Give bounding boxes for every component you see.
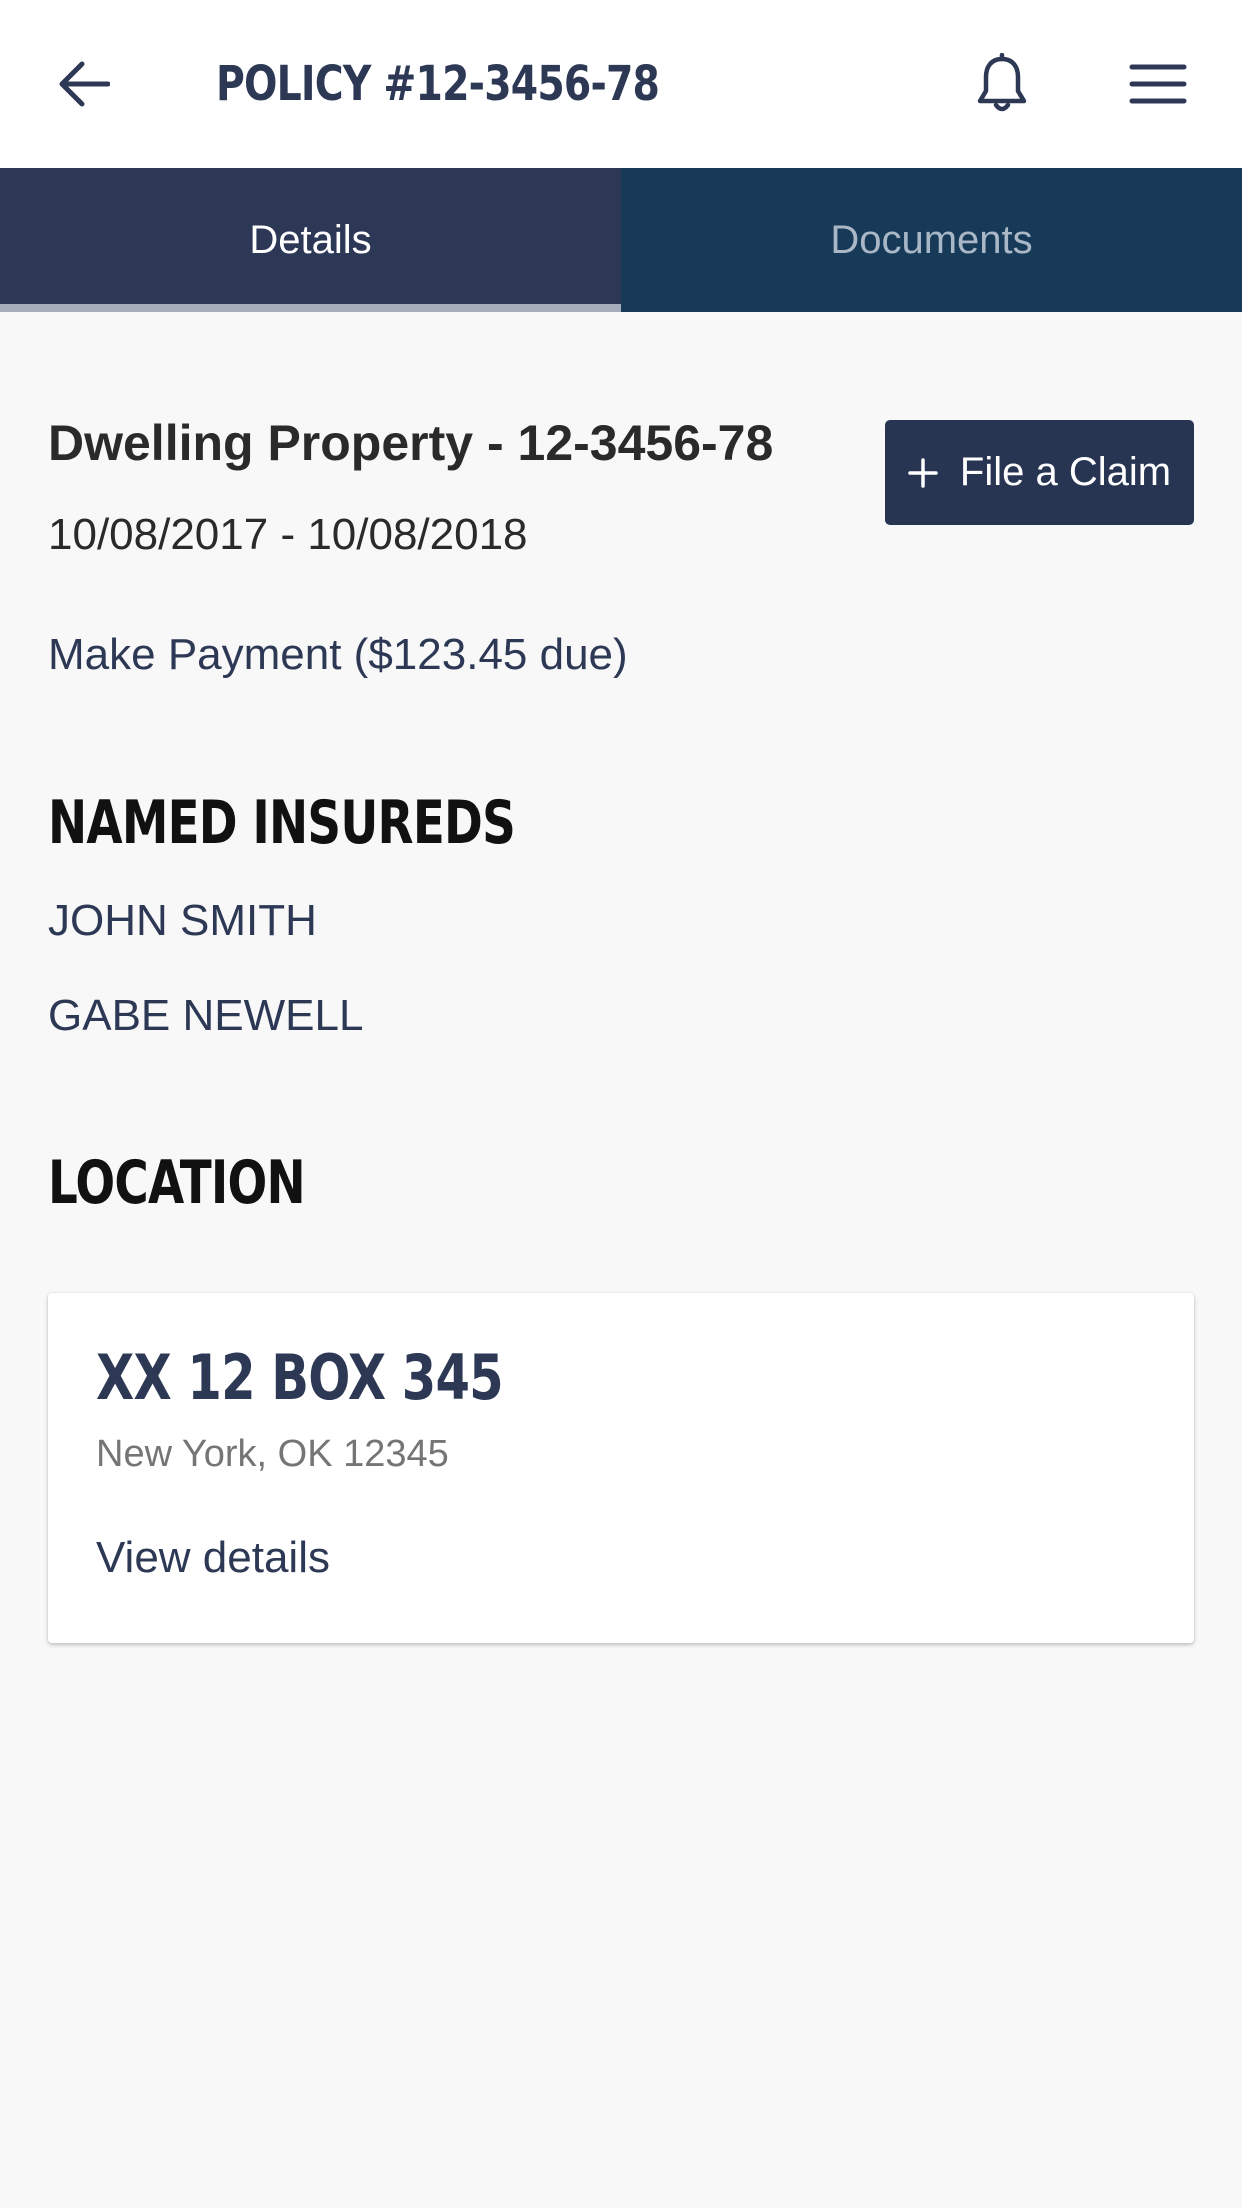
named-insureds-heading: NAMED INSUREDS	[48, 788, 516, 858]
file-claim-label: File a Claim	[959, 450, 1172, 494]
location-heading: LOCATION	[48, 1148, 306, 1218]
tab-details[interactable]: Details	[0, 168, 621, 312]
tab-documents[interactable]: Documents	[621, 168, 1242, 312]
back-button[interactable]	[52, 52, 116, 116]
file-claim-button[interactable]: File a Claim	[885, 420, 1194, 525]
insured-name: GABE NEWELL	[48, 991, 364, 1040]
view-details-link[interactable]: View details	[96, 1533, 330, 1583]
tab-bar: Details Documents	[0, 168, 1242, 312]
hamburger-menu-icon	[1129, 64, 1187, 104]
bell-icon	[977, 53, 1027, 112]
arrow-left-icon	[59, 61, 110, 107]
location-address: XX 12 BOX 345	[96, 1341, 504, 1414]
policy-name: Dwelling Property - 12-3456-78	[48, 415, 774, 471]
location-card[interactable]: XX 12 BOX 345 New York, OK 12345 View de…	[48, 1293, 1194, 1643]
location-city: New York, OK 12345	[96, 1433, 449, 1475]
menu-button[interactable]	[1126, 54, 1190, 114]
make-payment-link[interactable]: Make Payment ($123.45 due)	[48, 630, 628, 680]
policy-dates: 10/08/2017 - 10/08/2018	[48, 510, 528, 559]
insured-name: JOHN SMITH	[48, 896, 317, 945]
page-title: POLICY #12-3456-78	[216, 56, 660, 112]
plus-icon	[908, 457, 938, 488]
notifications-button[interactable]	[970, 50, 1034, 120]
top-app-bar: POLICY #12-3456-78	[0, 0, 1242, 168]
app-screen: POLICY #12-3456-78 Details Documents Dwe…	[0, 0, 1242, 2208]
